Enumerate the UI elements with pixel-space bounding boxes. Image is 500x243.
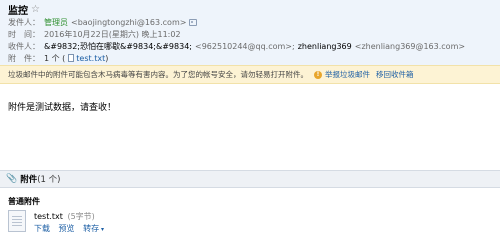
sender-row: 发件人： 管理员 <baojingtongzhi@163.com> [8, 17, 198, 28]
mail-subject: 监控 [8, 6, 28, 17]
attachment-label: 附 件： [8, 53, 40, 63]
recipient-1-address: <962510244@qq.com>; [195, 41, 295, 51]
recipient-2-address: <zhenliang369@163.com> [354, 41, 466, 51]
save-to-link[interactable]: 转存 ▾ [83, 224, 104, 233]
download-link[interactable]: 下载 [34, 224, 50, 233]
mail-header: 监控 ☆ 发件人： 管理员 <baojingtongzhi@163.com> 时… [0, 0, 500, 65]
attachment-count: 1 个 ( [44, 53, 66, 63]
recipient-1-name[interactable]: &#9832;恐怕在哪歇&#9834;&#9834; [44, 41, 192, 52]
report-spam-link[interactable]: 举报垃圾邮件 [325, 69, 370, 80]
time-label: 时 间： [8, 29, 40, 39]
subject-row: 监控 ☆ [8, 3, 40, 17]
file-icon [68, 54, 75, 62]
attachment-row: 附 件： 1 个 ( test.txt ) [8, 53, 108, 63]
text-file-icon[interactable] [8, 210, 26, 232]
recipient-row: 收件人： &#9832;恐怕在哪歇&#9834;&#9834; <9625102… [8, 41, 465, 51]
chevron-down-icon: ▾ [99, 226, 105, 233]
paperclip-icon: 📎 [6, 174, 18, 184]
sender-name[interactable]: 管理员 [44, 17, 68, 28]
attachment-file-name[interactable]: test.txt [34, 212, 63, 221]
save-to-label: 转存 [83, 224, 100, 233]
attachment-item: test.txt (5字节) 下载 预览 转存 ▾ [8, 208, 108, 238]
sender-address: <baojingtongzhi@163.com> [71, 17, 187, 27]
attachment-close-paren: ) [105, 53, 109, 63]
attachment-name-row: test.txt (5字节) [34, 211, 95, 222]
star-icon[interactable]: ☆ [31, 4, 40, 15]
spam-warning-bar: 垃圾邮件中的附件可能包含木马病毒等有害内容。为了您的帐号安全，请勿轻易打开附件。… [0, 65, 500, 84]
normal-attachment-label: 普通附件 [8, 197, 40, 206]
attachment-section-title: 附件 [20, 175, 38, 185]
attachment-actions: 下载 预览 转存 ▾ [34, 223, 110, 234]
move-to-inbox-link[interactable]: 移回收件箱 [376, 69, 414, 80]
mail-body: 附件是测试数据，请查收！ [8, 103, 117, 113]
attachment-section-count: (1 个) [37, 175, 61, 185]
time-row: 时 间： 2016年10月22日(星期六) 晚上11:02 [8, 29, 181, 39]
preview-link[interactable]: 预览 [59, 224, 75, 233]
warning-icon: ! [314, 70, 322, 79]
attachment-file-size: (5字节) [67, 212, 95, 221]
sender-label: 发件人： [8, 17, 40, 27]
spam-warning-text: 垃圾邮件中的附件可能包含木马病毒等有害内容。为了您的帐号安全，请勿轻易打开附件。 [8, 70, 308, 79]
contact-card-icon[interactable] [189, 18, 198, 26]
recipient-label: 收件人： [8, 41, 40, 51]
attachment-section-header: 📎 附件 (1 个) [0, 170, 500, 188]
time-value: 2016年10月22日(星期六) 晚上11:02 [44, 29, 181, 39]
attachment-file-link[interactable]: test.txt [76, 54, 105, 63]
recipient-2-name[interactable]: zhenliang369 [298, 42, 352, 51]
